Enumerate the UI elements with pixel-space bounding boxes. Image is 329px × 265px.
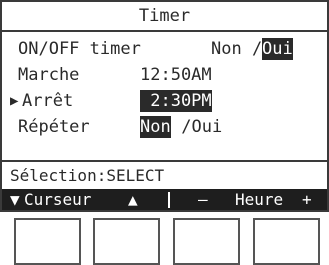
onoff-option-non: Non / — [211, 39, 263, 59]
repeter-option-non-selected: Non — [140, 116, 171, 138]
row-cursor-icon: ▶ — [10, 93, 19, 109]
arret-time-value-selected: 2:30PM — [140, 90, 212, 112]
function-button-3[interactable] — [173, 218, 240, 265]
screen-title: Timer — [2, 2, 327, 32]
onoff-timer-label: ON/OFF timer — [18, 39, 141, 59]
onoff-timer-row: ON/OFF timer Non / Oui — [2, 38, 327, 60]
cursor-down-icon: ▼ — [10, 190, 20, 209]
repeter-option-oui: /Oui — [171, 117, 223, 137]
arret-row: ▶ Arrêt 2:30PM — [2, 90, 327, 112]
status-divider — [2, 160, 327, 162]
marche-row: Marche 12:50AM — [2, 64, 327, 86]
softkey-bar: ▼ Curseur ▲ — Heure + — [2, 189, 327, 210]
softkey-heure-label: Heure — [235, 190, 284, 209]
cursor-up-icon: ▲ — [128, 190, 138, 209]
marche-label: Marche — [18, 65, 80, 85]
onoff-option-oui-selected: Oui — [262, 38, 293, 60]
repeter-row: Répéter Non /Oui — [2, 116, 327, 138]
softkey-divider — [168, 192, 170, 208]
function-button-2[interactable] — [93, 218, 160, 265]
lcd-screen: Timer ON/OFF timer Non / Oui Marche 12:5… — [0, 0, 329, 212]
marche-time-value: 12:50AM — [140, 65, 212, 85]
repeter-label: Répéter — [18, 117, 90, 137]
function-button-1[interactable] — [14, 218, 81, 265]
arret-label: Arrêt — [22, 91, 74, 111]
status-hint: Sélection:SELECT — [10, 166, 165, 185]
softkey-cursor-label: Curseur — [24, 190, 92, 209]
minus-icon: — — [198, 190, 208, 209]
function-button-4[interactable] — [253, 218, 320, 265]
plus-icon: + — [302, 190, 312, 209]
